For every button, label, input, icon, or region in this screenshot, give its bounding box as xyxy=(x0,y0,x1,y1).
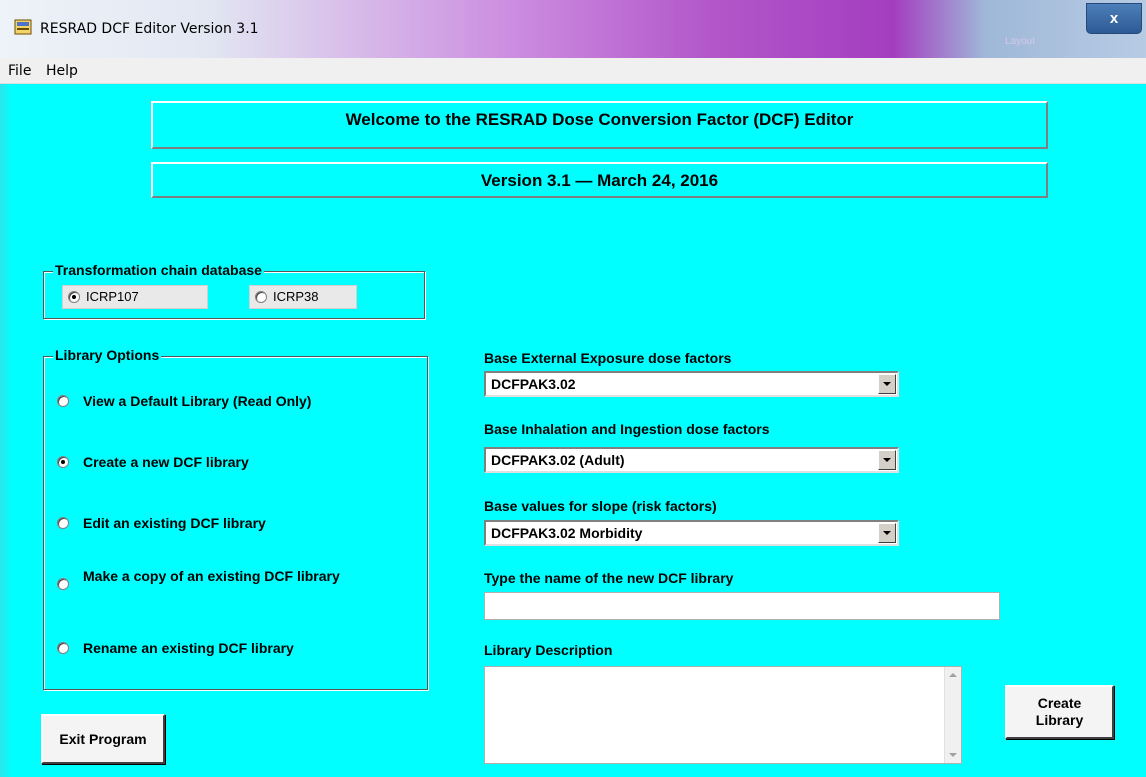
scroll-down-icon[interactable] xyxy=(949,753,957,757)
library-description-input[interactable] xyxy=(484,666,962,764)
create-library-button[interactable]: Create Library xyxy=(1005,685,1114,739)
left-edge-shadow xyxy=(0,84,12,777)
ghost-caption: Layout xyxy=(1004,36,1036,47)
menu-file[interactable]: File xyxy=(8,63,31,79)
view-default-label[interactable]: View a Default Library (Read Only) xyxy=(83,393,311,410)
external-label: Base External Exposure dose factors xyxy=(484,350,732,366)
icrp107-option[interactable]: ICRP107 xyxy=(62,285,208,309)
inhalation-value: DCFPAK3.02 (Adult) xyxy=(491,452,625,468)
description-label: Library Description xyxy=(484,642,613,658)
copy-existing-radio[interactable] xyxy=(57,578,69,590)
menu-bar: File Help xyxy=(0,58,1146,84)
chevron-down-icon[interactable] xyxy=(878,450,896,470)
icrp38-radio[interactable] xyxy=(255,291,267,303)
icrp107-label: ICRP107 xyxy=(86,289,139,304)
menu-help[interactable]: Help xyxy=(46,63,78,79)
name-label: Type the name of the new DCF library xyxy=(484,570,734,586)
icrp107-radio[interactable] xyxy=(68,291,80,303)
slope-label: Base values for slope (risk factors) xyxy=(484,498,717,514)
library-name-input[interactable] xyxy=(484,592,1000,620)
inhalation-label: Base Inhalation and Ingestion dose facto… xyxy=(484,421,770,437)
external-dropdown[interactable]: DCFPAK3.02 xyxy=(484,371,899,397)
rename-existing-radio[interactable] xyxy=(57,642,69,654)
slope-value: DCFPAK3.02 Morbidity xyxy=(491,525,643,541)
edit-existing-radio[interactable] xyxy=(57,517,69,529)
copy-existing-label[interactable]: Make a copy of an existing DCF library xyxy=(83,568,383,585)
chevron-down-icon[interactable] xyxy=(878,523,896,543)
scroll-up-icon[interactable] xyxy=(949,673,957,677)
external-value: DCFPAK3.02 xyxy=(491,376,576,392)
create-new-radio[interactable] xyxy=(57,456,69,468)
chevron-down-icon[interactable] xyxy=(878,374,896,394)
slope-dropdown[interactable]: DCFPAK3.02 Morbidity xyxy=(484,520,899,546)
app-icon xyxy=(14,19,32,35)
main-window: RESRAD DCF Editor Version 3.1 Layout x F… xyxy=(0,0,1146,777)
close-button[interactable]: x xyxy=(1086,3,1142,34)
rename-existing-label[interactable]: Rename an existing DCF library xyxy=(83,640,294,657)
window-title: RESRAD DCF Editor Version 3.1 xyxy=(40,21,259,37)
inhalation-dropdown[interactable]: DCFPAK3.02 (Adult) xyxy=(484,447,899,473)
create-library-label: Create Library xyxy=(1035,695,1084,728)
view-default-radio[interactable] xyxy=(57,395,69,407)
version-banner: Version 3.1 — March 24, 2016 xyxy=(151,162,1048,198)
transformation-label: Transformation chain database xyxy=(53,262,264,278)
edit-existing-label[interactable]: Edit an existing DCF library xyxy=(83,515,266,532)
version-text: Version 3.1 — March 24, 2016 xyxy=(480,171,719,190)
icrp38-label: ICRP38 xyxy=(273,289,319,304)
icrp38-option[interactable]: ICRP38 xyxy=(249,285,357,309)
description-scrollbar[interactable] xyxy=(944,667,961,763)
library-options-label: Library Options xyxy=(53,347,162,363)
welcome-banner: Welcome to the RESRAD Dose Conversion Fa… xyxy=(151,101,1048,149)
title-bar[interactable]: RESRAD DCF Editor Version 3.1 Layout x xyxy=(0,0,1146,58)
exit-program-button[interactable]: Exit Program xyxy=(41,714,165,764)
welcome-text: Welcome to the RESRAD Dose Conversion Fa… xyxy=(345,110,854,129)
create-new-label[interactable]: Create a new DCF library xyxy=(83,454,249,471)
